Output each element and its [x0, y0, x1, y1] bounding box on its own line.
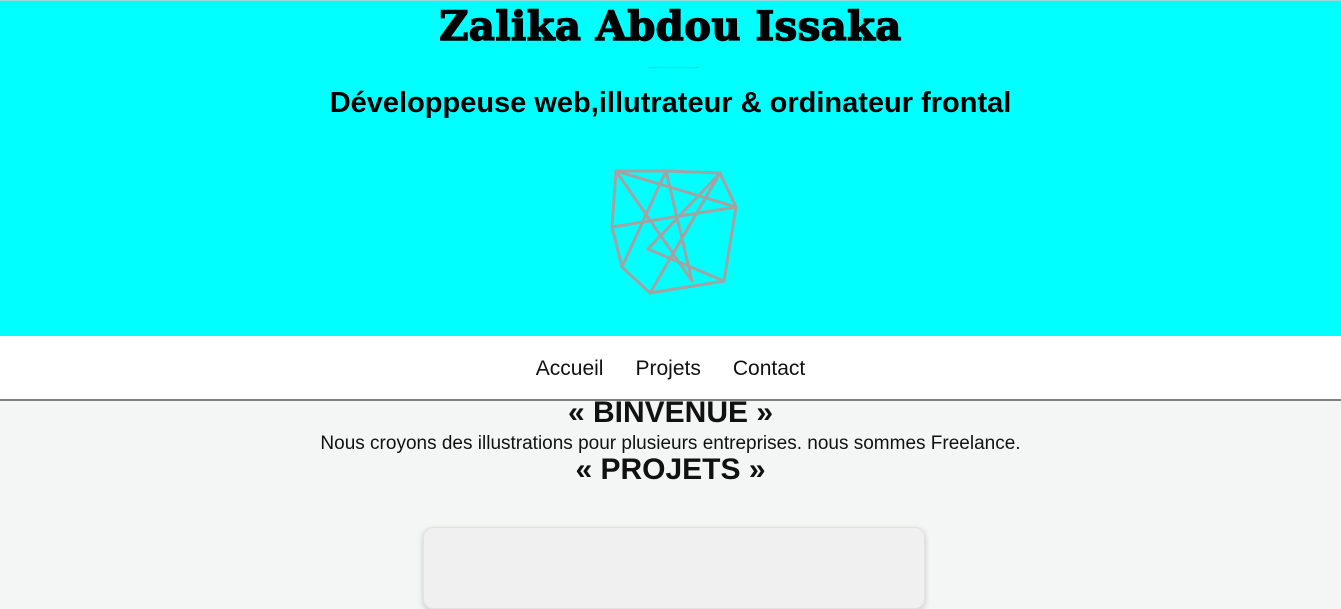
- welcome-heading: « BINVENUE »: [567, 396, 774, 429]
- projects-heading: « PROJETS »: [575, 453, 766, 486]
- geometric-polygon-icon: [610, 169, 738, 295]
- main-navigation: Accueil Projets Contact: [0, 336, 1341, 401]
- title-divider: [648, 67, 698, 68]
- nav-link-contact[interactable]: Contact: [733, 355, 805, 381]
- site-owner-name: Zalika Abdou Issaka: [438, 2, 902, 51]
- nav-link-accueil[interactable]: Accueil: [536, 355, 604, 381]
- project-card[interactable]: [423, 527, 925, 609]
- intro-text: Nous croyons des illustrations pour plus…: [320, 433, 1021, 454]
- hero-subtitle: Développeuse web,illutrateur & ordinateu…: [329, 87, 1012, 119]
- nav-link-projets[interactable]: Projets: [635, 355, 700, 381]
- hero-header: Zalika Abdou Issaka Développeuse web,ill…: [0, 0, 1341, 336]
